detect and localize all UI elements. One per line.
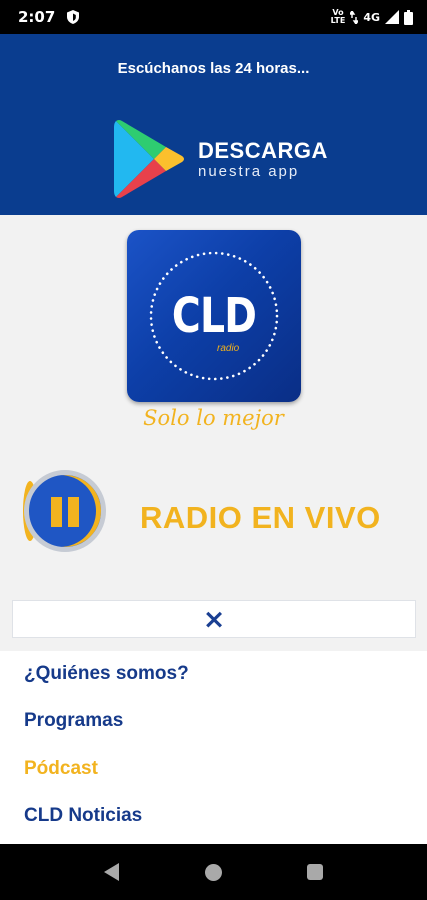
banner-tagline: Escúchanos las 24 horas...	[117, 60, 310, 77]
pause-icon	[51, 497, 62, 527]
status-indicators: Vo LTE 4G	[331, 9, 413, 25]
google-play-icon	[114, 120, 184, 198]
volte-indicator: Vo LTE	[330, 8, 346, 25]
menu-item-about[interactable]: ¿Quiénes somos?	[24, 663, 189, 685]
logo-text: CLD	[171, 288, 257, 344]
app-download-banner: Escúchanos las 24 horas... DESCARGA nues…	[0, 34, 427, 215]
menu-item-podcast[interactable]: Pódcast	[24, 758, 98, 780]
status-time: 2:07	[18, 8, 56, 26]
data-arrows-icon	[350, 10, 359, 24]
recents-icon[interactable]	[307, 864, 323, 880]
pause-icon-bar	[68, 497, 79, 527]
download-text: DESCARGA nuestra app	[198, 137, 328, 180]
home-icon[interactable]	[205, 864, 222, 881]
station-logo: CLD radio	[127, 230, 301, 402]
pause-button[interactable]	[23, 470, 106, 552]
download-subtitle: nuestra app	[198, 162, 300, 180]
download-title: DESCARGA	[198, 137, 328, 163]
download-app-button[interactable]: DESCARGA nuestra app	[114, 118, 329, 200]
logo-subtext: radio	[217, 343, 240, 354]
menu-item-programs[interactable]: Programas	[24, 710, 123, 732]
menu-item-news[interactable]: CLD Noticias	[24, 805, 142, 827]
close-menu-button[interactable]: ×	[12, 600, 416, 638]
network-type: 4G	[363, 10, 380, 24]
close-icon: ×	[202, 603, 226, 635]
station-slogan: Solo lo mejor	[143, 406, 284, 430]
live-radio-label: RADIO EN VIVO	[140, 500, 381, 535]
navigation-menu: ¿Quiénes somos? Programas Pódcast CLD No…	[0, 651, 427, 844]
back-icon[interactable]	[104, 863, 119, 881]
battery-icon	[404, 9, 413, 25]
signal-icon	[385, 10, 399, 24]
system-nav-bar	[0, 844, 427, 900]
status-bar: 2:07 Vo LTE 4G	[0, 0, 427, 34]
shield-icon	[67, 10, 80, 24]
